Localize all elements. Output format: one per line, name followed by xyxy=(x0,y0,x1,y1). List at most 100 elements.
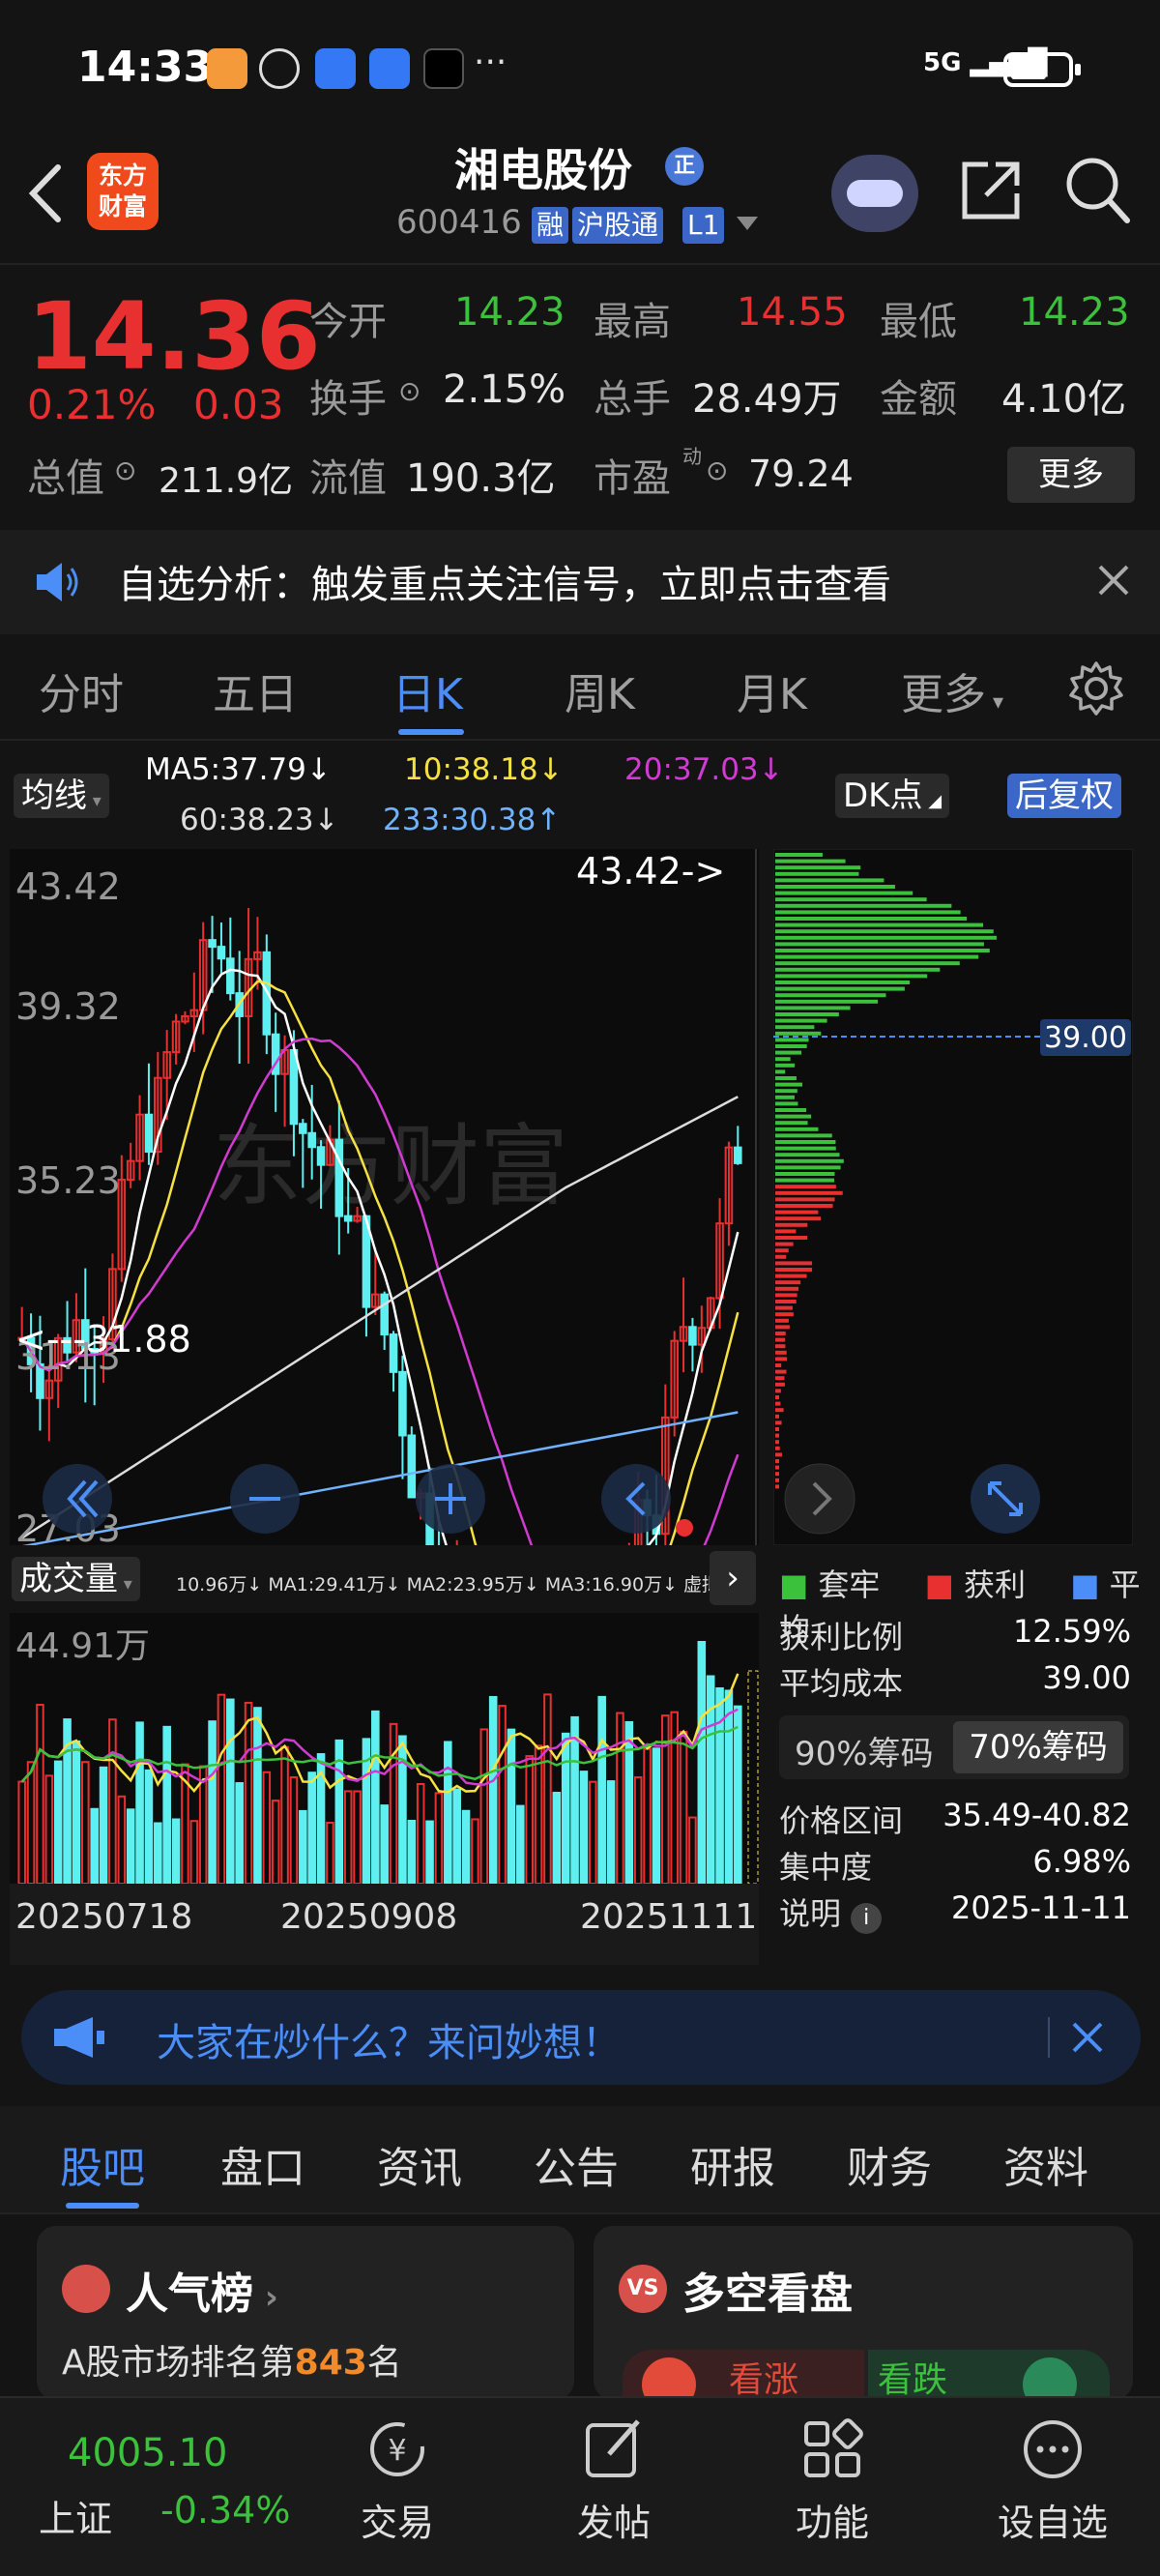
tab-weekly-k[interactable]: 周K xyxy=(565,659,635,721)
tab-orderbook[interactable]: 盘口 xyxy=(220,2133,305,2195)
post-icon[interactable] xyxy=(580,2415,648,2483)
candle xyxy=(407,1426,417,1499)
index-change[interactable]: -0.34% xyxy=(160,2489,290,2532)
tab-chip-70[interactable]: 70%筹码 xyxy=(953,1721,1123,1773)
tab-more[interactable]: 更多 ▾ xyxy=(901,659,1003,721)
ma233-value: 233:30.38↑ xyxy=(383,803,562,837)
chip-range-tabs: 90%筹码 70%筹码 xyxy=(779,1715,1129,1779)
tab-finance[interactable]: 财务 xyxy=(847,2133,932,2195)
chevron-down-icon[interactable] xyxy=(737,217,758,230)
trade-icon[interactable]: ¥ xyxy=(363,2415,431,2483)
ma-selector[interactable]: 均线 ▾ xyxy=(14,774,109,818)
volume-selector[interactable]: 成交量 ▾ xyxy=(12,1557,140,1601)
notification-app-icon xyxy=(207,48,247,89)
tab-monthly-k[interactable]: 月K xyxy=(737,659,807,721)
candlestick-chart[interactable]: 东方财富 43.42 39.32 35.23 31.13 27.03 43.42… xyxy=(10,849,759,1545)
nav-trade[interactable]: 交易 xyxy=(320,2493,475,2546)
chip-bar xyxy=(775,1312,794,1317)
chip-bar xyxy=(775,871,859,876)
zoom-out-button[interactable] xyxy=(230,1464,300,1534)
concentration-label: 集中度 xyxy=(779,1849,873,1886)
chip-bar xyxy=(775,1127,819,1131)
volume-bar xyxy=(561,1732,570,1884)
ma10-value: 10:38.18↓ xyxy=(404,752,564,787)
volume-bar xyxy=(72,1740,81,1884)
info-icon[interactable]: ⊙ xyxy=(706,454,728,486)
search-icon[interactable] xyxy=(1063,155,1131,226)
nav-add-watchlist[interactable]: 设自选 xyxy=(975,2493,1130,2546)
scroll-left-button[interactable] xyxy=(601,1464,671,1534)
chip-bar xyxy=(775,1025,815,1030)
chip-bar xyxy=(775,949,990,952)
tab-research[interactable]: 研报 xyxy=(690,2133,775,2195)
ai-banner-text: 大家在炒什么？来问妙想！ xyxy=(157,2021,621,2065)
notice-banner[interactable]: 自选分析：触发重点关注信号，立即点击查看 xyxy=(0,530,1160,634)
chevron-right-icon[interactable]: › xyxy=(710,1551,756,1605)
scroll-right-button[interactable] xyxy=(784,1463,856,1535)
chip-bar xyxy=(775,1031,822,1036)
tab-forum[interactable]: 股吧 xyxy=(60,2133,145,2195)
chip-bar xyxy=(775,1197,835,1202)
info-icon[interactable]: ⊙ xyxy=(398,375,420,407)
turnover-label: 换手 xyxy=(309,377,387,422)
volume-bar xyxy=(606,1780,616,1884)
info-icon[interactable]: ⊙ xyxy=(114,454,136,486)
chip-bar xyxy=(775,1063,796,1068)
chip-bar xyxy=(775,1452,782,1457)
volume-bar xyxy=(652,1747,661,1884)
share-icon[interactable] xyxy=(957,157,1025,224)
volume-chart[interactable]: 44.91万 xyxy=(10,1613,759,1884)
tab-intraday[interactable]: 分时 xyxy=(39,659,124,721)
nav-post[interactable]: 发帖 xyxy=(536,2493,691,2546)
bull-bear-card[interactable]: VS 多空看盘 看涨 看跌 xyxy=(594,2226,1133,2412)
tab-announcements[interactable]: 公告 xyxy=(534,2133,619,2195)
open-label: 今开 xyxy=(309,300,387,344)
chip-bar xyxy=(775,935,997,940)
pe-label: 市盈 xyxy=(594,456,671,501)
adjustment-button[interactable]: 后复权 xyxy=(1007,774,1121,818)
tab-profile[interactable]: 资料 xyxy=(1003,2133,1088,2195)
volume-bar xyxy=(171,1818,181,1884)
avg-price-label: 39.00 xyxy=(1044,1021,1127,1055)
popularity-card[interactable]: 人气榜 › A股市场排名第843名 xyxy=(37,2226,574,2400)
bear-button[interactable]: 看跌 xyxy=(868,2350,1110,2412)
nav-functions[interactable]: 功能 xyxy=(755,2493,910,2546)
tab-chip-90[interactable]: 90%筹码 xyxy=(795,1727,934,1774)
y-label-top: 43.42 xyxy=(15,865,121,908)
zoom-in-button[interactable] xyxy=(416,1464,485,1534)
back-icon[interactable] xyxy=(21,160,70,227)
chip-bar xyxy=(775,1363,782,1367)
chip-bar xyxy=(775,1325,790,1330)
chip-bar xyxy=(775,1332,786,1335)
close-icon[interactable] xyxy=(1094,561,1133,600)
index-name[interactable]: 上证 xyxy=(39,2489,112,2542)
add-watchlist-icon[interactable] xyxy=(1019,2415,1087,2483)
dk-point-button[interactable]: DK点 ◢ xyxy=(835,774,950,818)
float-value: 190.3亿 xyxy=(406,456,556,501)
chip-bar xyxy=(775,1408,784,1413)
zoom-out-fast-button[interactable] xyxy=(43,1464,112,1534)
more-button[interactable]: 更多 xyxy=(1007,447,1135,503)
chip-bar xyxy=(775,1300,797,1303)
index-value[interactable]: 4005.10 xyxy=(68,2431,227,2475)
chip-bar xyxy=(775,903,952,908)
settings-gear-icon[interactable] xyxy=(1067,659,1125,717)
apps-grid-icon[interactable] xyxy=(798,2415,866,2483)
tab-daily-k[interactable]: 日K xyxy=(392,659,463,721)
expand-icon[interactable] xyxy=(971,1464,1040,1534)
ai-assistant-icon[interactable] xyxy=(831,155,918,232)
tab-news[interactable]: 资讯 xyxy=(377,2133,462,2195)
price-range-value: 35.49-40.82 xyxy=(942,1797,1131,1833)
chip-bar xyxy=(775,942,984,947)
info-icon[interactable]: i xyxy=(851,1903,883,1934)
chip-bar xyxy=(775,1420,782,1425)
bull-button[interactable]: 看涨 xyxy=(623,2350,864,2412)
tab-five-day[interactable]: 五日 xyxy=(213,659,298,721)
chip-bar xyxy=(775,993,886,998)
volume-label: 总手 xyxy=(594,377,671,422)
pe-superscript: 动 xyxy=(682,445,702,468)
chip-bar xyxy=(775,1357,788,1361)
close-icon[interactable] xyxy=(1069,2019,1106,2056)
note-label: 说明 i xyxy=(779,1889,883,1934)
ai-ask-banner[interactable]: 大家在炒什么？来问妙想！ xyxy=(21,1990,1141,2085)
